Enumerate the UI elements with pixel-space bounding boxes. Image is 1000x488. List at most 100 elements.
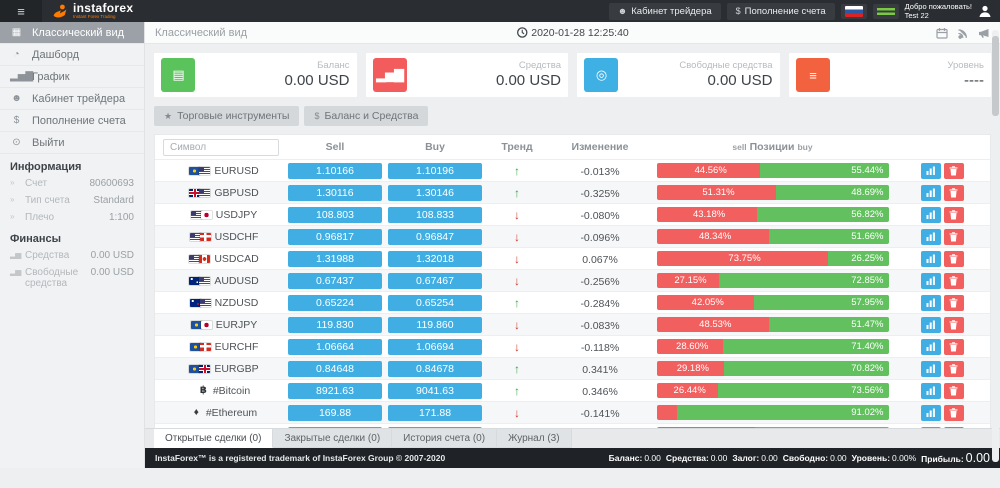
language-russian-flag-icon[interactable]: [841, 4, 867, 19]
vertical-scrollbar[interactable]: [992, 30, 999, 462]
tab-closed-trades[interactable]: Закрытые сделки (0): [273, 429, 392, 448]
tab-journal[interactable]: Журнал (3): [497, 429, 572, 448]
sell-price-button[interactable]: 108.803: [288, 207, 382, 223]
sidebar-item-trader-cabinet[interactable]: ☻ Кабинет трейдера: [0, 88, 144, 110]
delete-button[interactable]: [944, 383, 964, 399]
sell-price-button[interactable]: 0.84648: [288, 361, 382, 377]
trader-cabinet-button[interactable]: ☻ Кабинет трейдера: [609, 3, 721, 20]
sell-price-button[interactable]: 1.10166: [288, 163, 382, 179]
open-chart-button[interactable]: [921, 383, 941, 399]
buy-price-button[interactable]: 0.84678: [388, 361, 482, 377]
trading-instruments-button[interactable]: ★ Торговые инструменты: [154, 106, 299, 126]
sell-price-button[interactable]: 1.31988: [288, 251, 382, 267]
buy-price-button[interactable]: 0.65254: [388, 295, 482, 311]
delete-button[interactable]: [944, 251, 964, 267]
clock-icon: [516, 27, 527, 38]
symbol-label: GBPUSD: [214, 187, 258, 199]
trend-arrow-icon: ↓: [514, 318, 520, 332]
change-value: -0.118%: [581, 342, 619, 354]
sidebar-item-classic-view[interactable]: ▦ Классический вид: [0, 22, 144, 44]
balance-funds-button[interactable]: $ Баланс и Средства: [304, 106, 428, 126]
sidebar-item-dashboard[interactable]: ◔ Дашборд: [0, 44, 144, 66]
buy-price-button[interactable]: 1.10196: [388, 163, 482, 179]
card-label: Уровень: [947, 60, 984, 72]
buy-price-button[interactable]: 1.06694: [388, 339, 482, 355]
sidebar-item-chart[interactable]: ▂▅▇ График: [0, 66, 144, 88]
delete-button[interactable]: [944, 185, 964, 201]
tab-open-trades[interactable]: Открытые сделки (0): [154, 429, 273, 448]
buy-price-button[interactable]: 171.88: [388, 405, 482, 421]
tab-account-history[interactable]: История счета (0): [392, 429, 497, 448]
bar-chart-icon: [926, 408, 936, 417]
delete-button[interactable]: [944, 339, 964, 355]
us-flag-icon: [199, 189, 210, 197]
bar-chart-icon: ▂▅▇: [373, 58, 407, 92]
delete-button[interactable]: [944, 207, 964, 223]
delete-button[interactable]: [944, 163, 964, 179]
open-chart-button[interactable]: [921, 251, 941, 267]
open-chart-button[interactable]: [921, 185, 941, 201]
sell-price-button[interactable]: 169.88: [288, 405, 382, 421]
sell-price-button[interactable]: 119.830: [288, 317, 382, 333]
language-flag-icon[interactable]: [873, 4, 899, 19]
rss-icon[interactable]: [957, 27, 969, 39]
sell-price-button[interactable]: 0.96817: [288, 229, 382, 245]
menu-toggle-icon[interactable]: ≡: [0, 0, 42, 22]
change-value: -0.256%: [580, 276, 619, 288]
card-value: ----: [947, 72, 984, 91]
open-chart-button[interactable]: [921, 339, 941, 355]
open-chart-button[interactable]: [921, 405, 941, 421]
change-value: -0.013%: [580, 166, 619, 178]
delete-button[interactable]: [944, 229, 964, 245]
open-chart-button[interactable]: [921, 163, 941, 179]
symbol-label: EURUSD: [214, 165, 258, 177]
open-chart-button[interactable]: [921, 295, 941, 311]
scrollbar-thumb[interactable]: [992, 36, 999, 116]
card-value: 0.00 USD: [679, 72, 772, 91]
trend-arrow-icon: ↓: [514, 340, 520, 354]
buy-price-button[interactable]: 108.833: [388, 207, 482, 223]
buy-positions-segment: 26.25%: [828, 251, 889, 266]
trash-icon: [949, 342, 958, 352]
sell-price-button[interactable]: 1.06664: [288, 339, 382, 355]
sell-price-button[interactable]: 0.65224: [288, 295, 382, 311]
delete-button[interactable]: [944, 317, 964, 333]
delete-button[interactable]: [944, 295, 964, 311]
buy-price-button[interactable]: 1.32018: [388, 251, 482, 267]
buy-price-button[interactable]: 9041.63: [388, 383, 482, 399]
buy-price-button[interactable]: 1.30146: [388, 185, 482, 201]
sell-positions-segment: 29.18%: [657, 361, 725, 376]
buy-price-button[interactable]: 0.67467: [388, 273, 482, 289]
sell-price-button[interactable]: 1.30116: [288, 185, 382, 201]
open-chart-button[interactable]: [921, 207, 941, 223]
sell-price-button[interactable]: 0.67437: [288, 273, 382, 289]
gb-flag-icon: [199, 365, 210, 373]
summary-card: ≡ Уровень ----: [789, 53, 992, 97]
delete-button[interactable]: [944, 405, 964, 421]
trash-icon: [949, 166, 958, 176]
open-chart-button[interactable]: [921, 317, 941, 333]
sell-price-button[interactable]: 8921.63: [288, 383, 382, 399]
buy-price-button[interactable]: 0.96847: [388, 229, 482, 245]
open-chart-button[interactable]: [921, 273, 941, 289]
open-chart-button[interactable]: [921, 361, 941, 377]
symbol-search-input[interactable]: [163, 139, 279, 156]
table-row: USDJPY 108.803 108.833 ↓ -0.080% 43.18% …: [155, 203, 990, 225]
deposit-button[interactable]: $ Пополнение счета: [727, 3, 835, 20]
delete-button[interactable]: [944, 361, 964, 377]
card-value: 0.00 USD: [284, 72, 349, 91]
main-header: Классический вид 2020-01-28 12:25:40: [145, 22, 1000, 44]
instaforex-logo[interactable]: instaforex Instant Forex Trading: [42, 0, 143, 22]
open-chart-button[interactable]: [921, 229, 941, 245]
buy-price-button[interactable]: 119.860: [388, 317, 482, 333]
calendar-icon[interactable]: [936, 27, 948, 39]
us-flag-icon: [200, 299, 211, 307]
megaphone-icon[interactable]: [978, 27, 990, 39]
sidebar-info-row: ▂▅ Свободные средства 0.00 USD: [0, 264, 144, 292]
user-avatar-icon[interactable]: [978, 4, 992, 18]
user-circle-icon: ☻: [618, 6, 627, 16]
positions-bar: 29.18% 70.82%: [657, 361, 889, 376]
sidebar-item-deposit[interactable]: $ Пополнение счета: [0, 110, 144, 132]
delete-button[interactable]: [944, 273, 964, 289]
sidebar-item-logout[interactable]: ⊙ Выйти: [0, 132, 144, 154]
